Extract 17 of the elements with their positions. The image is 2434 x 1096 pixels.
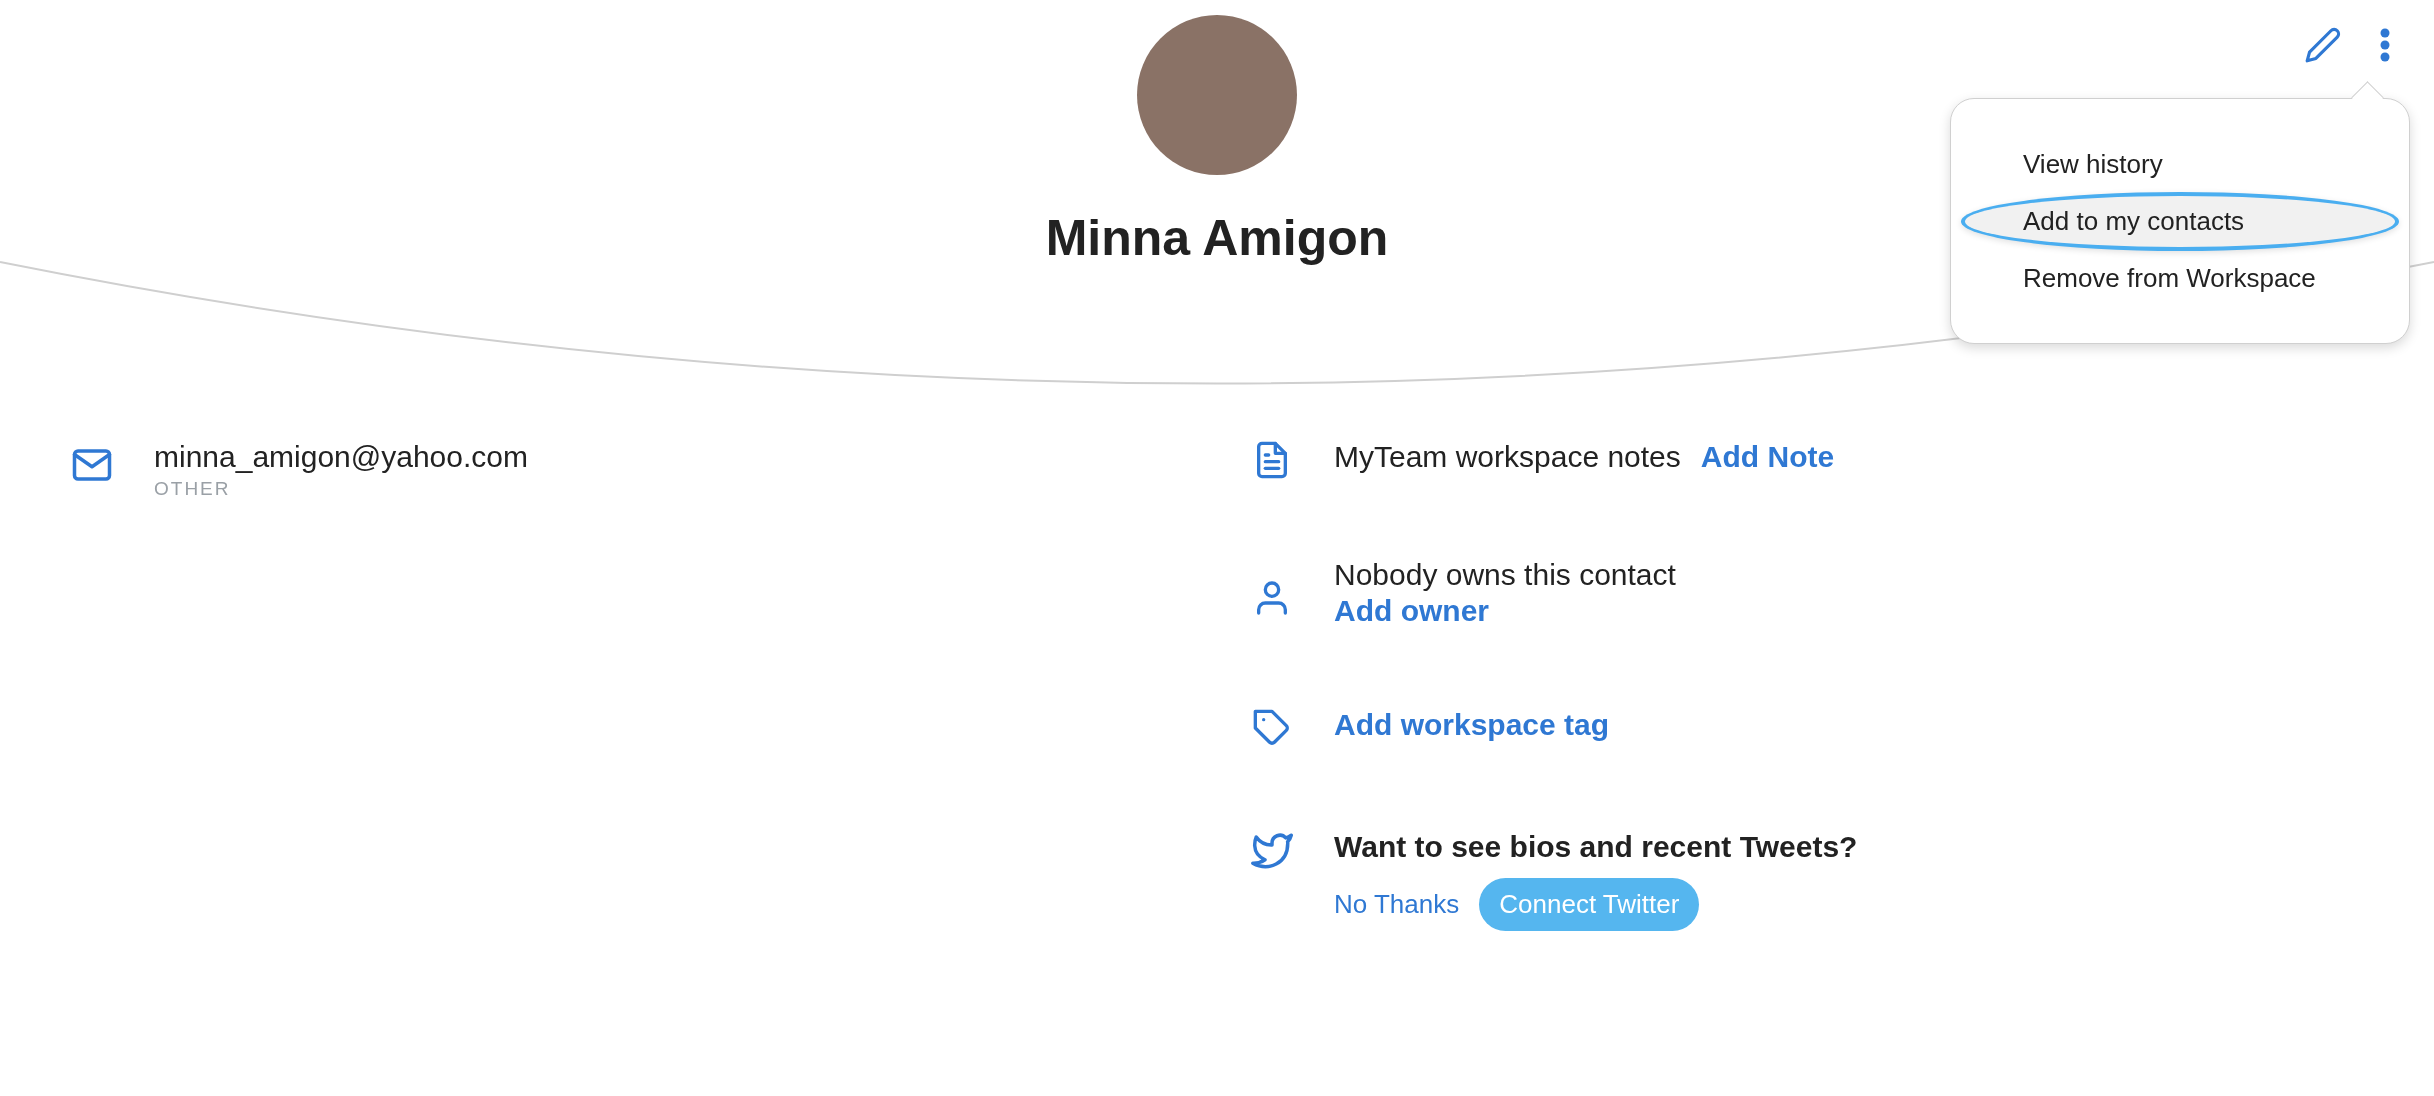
add-owner-link[interactable]: Add owner (1334, 594, 1676, 628)
add-note-link[interactable]: Add Note (1700, 440, 1835, 474)
pencil-icon (2304, 26, 2342, 64)
owner-status-text: Nobody owns this contact (1334, 558, 1676, 592)
connect-twitter-button[interactable]: Connect Twitter (1479, 878, 1700, 931)
no-thanks-link[interactable]: No Thanks (1334, 889, 1460, 920)
menu-item[interactable]: View history (1965, 139, 2395, 190)
bird-icon (1251, 830, 1293, 872)
menu-item[interactable]: Remove from Workspace (1965, 253, 2395, 304)
more-icon (2380, 28, 2390, 62)
twitter-prompt-text: Want to see bios and recent Tweets? (1334, 830, 1858, 864)
email-address: minna_amigon@yahoo.com (154, 440, 528, 474)
notes-label: MyTeam workspace notes (1334, 440, 1681, 474)
contact-name: Minna Amigon (1045, 209, 1389, 267)
email-type-label: OTHER (154, 478, 232, 500)
tag-icon (1252, 708, 1292, 748)
add-tag-link[interactable]: Add workspace tag (1334, 708, 1610, 742)
